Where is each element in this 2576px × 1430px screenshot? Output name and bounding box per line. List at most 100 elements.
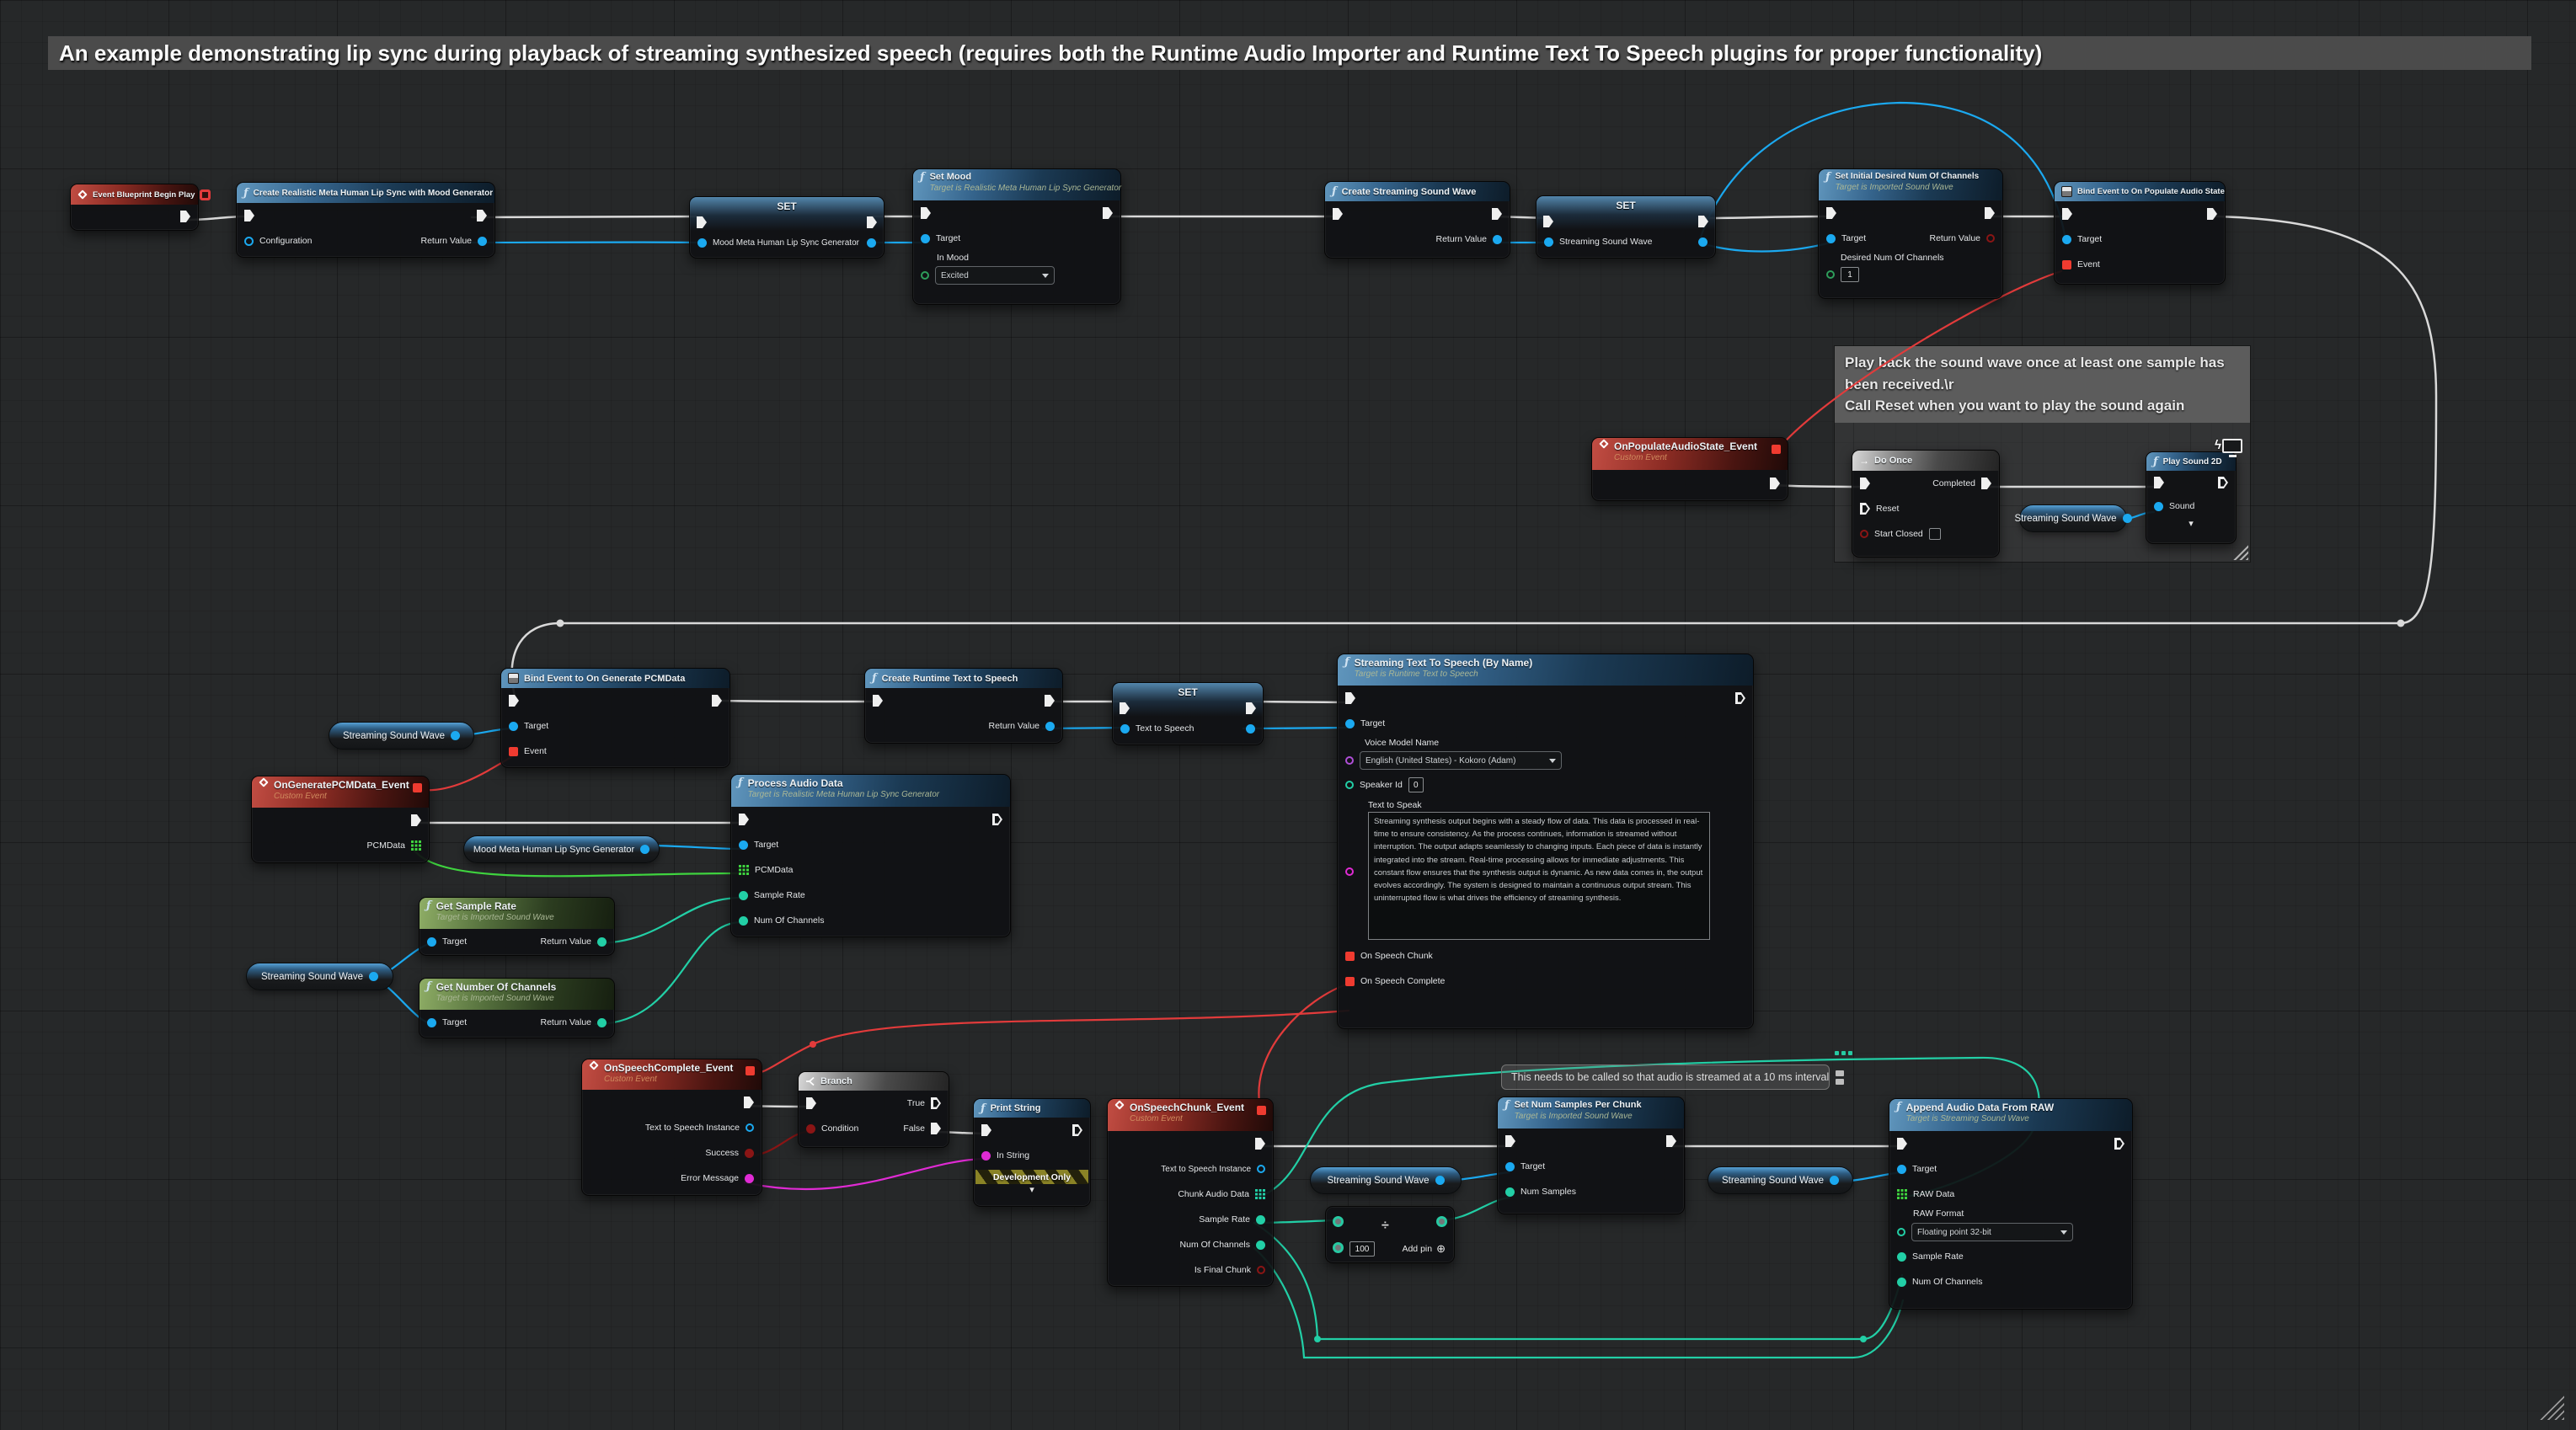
var-in-pin[interactable]	[1120, 724, 1130, 734]
node-set-text-to-speech-var[interactable]: SET Text to Speech	[1112, 682, 1264, 745]
exec-out-pin[interactable]	[411, 814, 421, 826]
exec-out-pin[interactable]	[1770, 478, 1780, 489]
node-onpopulate-audio-state-event[interactable]: OnPopulateAudioState_Event Custom Event	[1591, 437, 1788, 501]
target-pin[interactable]	[1826, 234, 1836, 243]
exec-out-pin[interactable]	[2207, 208, 2217, 220]
sample-rate-pin[interactable]	[739, 891, 748, 900]
blueprint-graph-canvas[interactable]: Play back the sound wave once at least o…	[0, 0, 2576, 1430]
num-samples-pin[interactable]	[1505, 1187, 1515, 1197]
node-process-audio-data[interactable]: ƒ Process Audio Data Target is Realistic…	[730, 774, 1011, 937]
var-pill-mood-generator[interactable]: Mood Meta Human Lip Sync Generator	[463, 835, 660, 863]
num-channels-pin[interactable]	[1256, 1241, 1265, 1250]
var-in-pin[interactable]	[697, 238, 707, 248]
speaker-id-field[interactable]: 0	[1408, 777, 1424, 792]
node-branch[interactable]: Branch True Condition False	[798, 1071, 949, 1148]
exec-in-pin[interactable]	[1345, 692, 1355, 704]
var-pill-streaming-sound-wave[interactable]: Streaming Sound Wave	[246, 963, 393, 990]
completed-exec-out-pin[interactable]	[1981, 478, 1991, 489]
target-pin[interactable]	[2062, 235, 2071, 244]
delegate-out-pin[interactable]	[1257, 1106, 1266, 1115]
node-play-sound-2d[interactable]: ϟ ƒ Play Sound 2D Sound ▾	[2146, 451, 2237, 544]
exec-in-pin[interactable]	[1120, 702, 1130, 714]
exec-out-pin[interactable]	[2114, 1138, 2124, 1150]
event-delegate-pin[interactable]	[509, 747, 518, 756]
success-pin[interactable]	[745, 1149, 754, 1158]
tts-instance-pin[interactable]	[746, 1123, 754, 1132]
exec-in-pin[interactable]	[2154, 477, 2164, 488]
return-value-pin[interactable]	[1045, 722, 1055, 731]
exec-out-pin[interactable]	[1255, 1138, 1265, 1150]
desired-num-channels-pin[interactable]	[1826, 270, 1835, 279]
sample-rate-pin[interactable]	[1897, 1252, 1906, 1262]
var-out-pin[interactable]	[1698, 237, 1708, 247]
expand-chevron-icon[interactable]: ▾	[974, 1184, 1090, 1196]
var-out-pin[interactable]	[1435, 1176, 1445, 1185]
tts-instance-pin[interactable]	[1257, 1165, 1265, 1173]
delegate-out-pin[interactable]	[413, 783, 422, 792]
var-in-pin[interactable]	[1544, 237, 1553, 247]
target-pin[interactable]	[1897, 1165, 1906, 1174]
var-pill-streaming-sound-wave[interactable]: Streaming Sound Wave	[2019, 504, 2127, 532]
node-bind-event-populate-audio-state[interactable]: Bind Event to On Populate Audio State Ta…	[2054, 181, 2226, 285]
return-value-bool-pin[interactable]	[1986, 234, 1995, 243]
node-get-number-of-channels[interactable]: ƒ Get Number Of Channels Target is Impor…	[419, 978, 615, 1038]
exec-in-pin[interactable]	[873, 695, 883, 707]
exec-out-pin[interactable]	[744, 1097, 754, 1108]
num-channels-pin[interactable]	[1897, 1278, 1906, 1287]
exec-out-pin[interactable]	[477, 210, 487, 221]
exec-in-pin[interactable]	[509, 695, 519, 707]
var-out-pin[interactable]	[2123, 514, 2132, 523]
text-to-speak-pin[interactable]	[1345, 867, 1354, 876]
node-event-begin-play[interactable]: Event Blueprint Begin Play	[70, 184, 199, 231]
exec-out-pin[interactable]	[2218, 477, 2228, 488]
on-speech-chunk-delegate-pin[interactable]	[1345, 952, 1355, 961]
return-value-pin[interactable]	[1493, 235, 1502, 244]
node-do-once[interactable]: → Do Once Completed Reset Start Closed	[1852, 450, 2000, 558]
exec-in-pin[interactable]	[1543, 216, 1553, 227]
var-out-pin[interactable]	[369, 972, 378, 981]
desired-num-channels-field[interactable]: 1	[1841, 267, 1859, 282]
var-out-pin[interactable]	[640, 845, 649, 854]
target-pin[interactable]	[921, 234, 930, 243]
node-divide[interactable]: 100 ÷ Add pin ⊕	[1325, 1206, 1455, 1263]
pcmdata-array-pin[interactable]	[411, 840, 421, 851]
node-streaming-text-to-speech[interactable]: ƒ Streaming Text To Speech (By Name) Tar…	[1337, 654, 1754, 1029]
exec-in-pin[interactable]	[1505, 1135, 1515, 1147]
exec-out-pin[interactable]	[1985, 207, 1995, 219]
delegate-out-pin[interactable]	[746, 1066, 755, 1075]
exec-in-pin[interactable]	[981, 1124, 991, 1136]
true-exec-out-pin[interactable]	[931, 1097, 941, 1109]
node-get-sample-rate[interactable]: ƒ Get Sample Rate Target is Imported Sou…	[419, 897, 615, 956]
exec-out-pin[interactable]	[712, 695, 722, 707]
comment-bubble-icons[interactable]	[1833, 1064, 1846, 1090]
node-set-mood[interactable]: ƒ Set Mood Target is Realistic Meta Huma…	[912, 168, 1121, 305]
comment-playback-header[interactable]: Play back the sound wave once at least o…	[1835, 346, 2250, 423]
comment-bubble-interval[interactable]: This needs to be called so that audio is…	[1501, 1064, 1830, 1090]
exec-in-pin[interactable]	[697, 216, 707, 228]
comment-resize-grip[interactable]	[2233, 545, 2248, 560]
exec-out-pin[interactable]	[180, 211, 190, 222]
exec-out-pin[interactable]	[1698, 216, 1708, 227]
var-out-pin[interactable]	[1830, 1176, 1839, 1185]
node-set-num-samples-per-chunk[interactable]: ƒ Set Num Samples Per Chunk Target is Im…	[1497, 1097, 1685, 1214]
is-final-chunk-pin[interactable]	[1257, 1266, 1265, 1274]
node-create-runtime-tts[interactable]: ƒ Create Runtime Text to Speech Return V…	[864, 668, 1063, 744]
node-ongenerate-pcmdata-event[interactable]: OnGeneratePCMData_Event Custom Event PCM…	[251, 776, 430, 863]
in-string-pin[interactable]	[981, 1151, 991, 1161]
text-to-speak-textarea[interactable]: Streaming synthesis output begins with a…	[1368, 812, 1710, 940]
node-onspeechcomplete-event[interactable]: OnSpeechComplete_Event Custom Event Text…	[581, 1059, 762, 1196]
sound-pin[interactable]	[2154, 502, 2163, 511]
sample-rate-pin[interactable]	[1256, 1215, 1265, 1225]
exec-out-pin[interactable]	[1666, 1135, 1676, 1147]
num-channels-pin[interactable]	[739, 916, 748, 926]
start-closed-pin[interactable]	[1860, 530, 1868, 538]
node-print-string[interactable]: ƒ Print String In String Development Onl…	[973, 1098, 1091, 1207]
divide-input-b-pin[interactable]	[1333, 1242, 1344, 1253]
target-pin[interactable]	[1505, 1162, 1515, 1171]
event-delegate-pin[interactable]	[2062, 260, 2071, 269]
exec-in-pin[interactable]	[1860, 478, 1870, 489]
exec-out-pin[interactable]	[1492, 208, 1502, 220]
var-pill-streaming-sound-wave[interactable]: Streaming Sound Wave	[1708, 1166, 1853, 1194]
var-out-pin[interactable]	[451, 731, 460, 740]
exec-in-pin[interactable]	[739, 814, 749, 825]
